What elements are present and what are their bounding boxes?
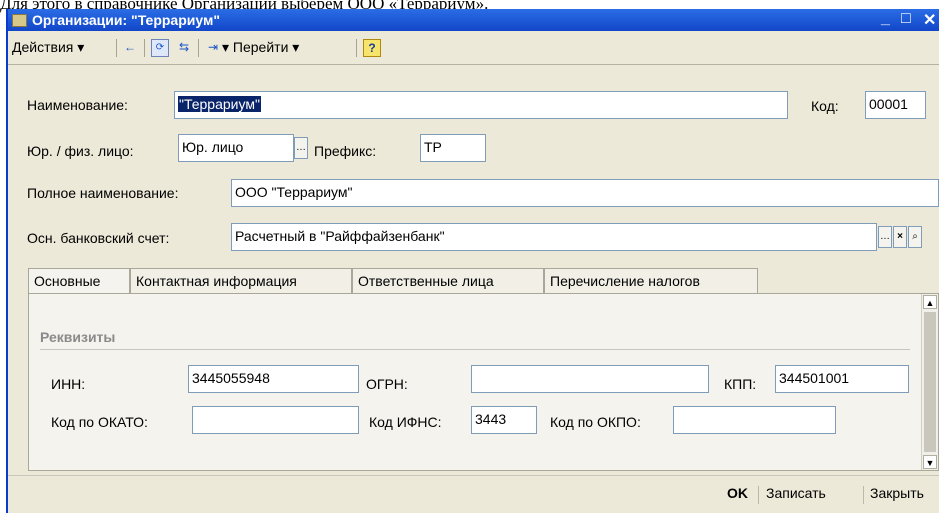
toolbar-separator: [198, 39, 199, 57]
scroll-thumb[interactable]: [924, 312, 936, 452]
title-bar: Организации: "Террариум" _ □ ✕: [8, 9, 939, 31]
toolbar-separator: [116, 39, 117, 57]
go-to-icon[interactable]: ⇥: [205, 39, 221, 55]
legal-type-select-button[interactable]: …: [294, 137, 308, 159]
organization-window: Организации: "Террариум" _ □ ✕ Действия …: [6, 9, 939, 513]
legal-type-field[interactable]: Юр. лицо: [178, 134, 294, 162]
close-window-button[interactable]: ✕: [923, 10, 936, 30]
bank-account-label: Осн. банковский счет:: [27, 230, 170, 246]
code-field[interactable]: 00001: [865, 91, 926, 119]
ogrn-label: ОГРН:: [366, 376, 408, 392]
okpo-field[interactable]: [673, 406, 836, 434]
maximize-button[interactable]: □: [901, 10, 911, 28]
full-name-label: Полное наименование:: [27, 185, 179, 201]
toolbar-separator: [356, 39, 357, 57]
requisites-title: Реквизиты: [40, 329, 116, 345]
okpo-label: Код по ОКПО:: [550, 414, 641, 430]
code-label: Код:: [811, 98, 839, 114]
ifns-field[interactable]: 3443: [471, 406, 537, 434]
button-separator: [863, 486, 864, 504]
tab-panel-main: Реквизиты ИНН: 3445055948 ОГРН: КПП: 344…: [28, 293, 939, 471]
bottom-button-bar: OK Записать Закрыть: [8, 475, 939, 514]
catalog-icon: [12, 14, 27, 27]
kpp-field[interactable]: 344501001: [775, 365, 909, 393]
ifns-label: Код ИФНС:: [369, 414, 442, 430]
legal-type-label: Юр. / физ. лицо:: [27, 143, 134, 159]
full-name-field[interactable]: ООО "Террариум": [231, 179, 939, 207]
refresh-icon[interactable]: ⟳: [151, 39, 169, 57]
save-button[interactable]: Записать: [766, 485, 826, 501]
go-back-icon[interactable]: ←: [122, 39, 138, 55]
actions-menu[interactable]: Действия ▾: [12, 39, 84, 56]
goto-menu[interactable]: ▾ Перейти ▾: [222, 39, 299, 56]
name-label: Наименование:: [27, 97, 128, 113]
vertical-scrollbar[interactable]: ▲ ▼: [921, 294, 938, 470]
ogrn-field[interactable]: [471, 365, 709, 393]
minimize-button[interactable]: _: [881, 10, 890, 28]
scroll-up-icon[interactable]: ▲: [923, 295, 937, 309]
section-divider: [40, 349, 910, 350]
prefix-label: Префикс:: [314, 143, 377, 159]
bank-account-select-button[interactable]: …: [878, 226, 892, 248]
button-separator: [758, 486, 759, 504]
name-value: "Террариум": [178, 96, 261, 112]
inn-label: ИНН:: [51, 376, 86, 392]
inn-field[interactable]: 3445055948: [188, 365, 359, 393]
kpp-label: КПП:: [724, 376, 757, 392]
tab-main[interactable]: Основные: [28, 268, 130, 294]
toolbar: Действия ▾ ← ⟳ ⇆ ⇥ ▾ Перейти ▾ ?: [8, 31, 939, 65]
tab-responsible[interactable]: Ответственные лица: [352, 268, 544, 293]
ok-button[interactable]: OK: [727, 485, 748, 501]
help-icon[interactable]: ?: [363, 39, 381, 57]
open-search-icon[interactable]: ⌕: [908, 226, 922, 248]
bank-account-field[interactable]: Расчетный в "Райффайзенбанк": [231, 223, 877, 251]
tab-contacts[interactable]: Контактная информация: [130, 268, 352, 293]
toolbar-separator: [144, 39, 145, 57]
prefix-field[interactable]: ТР: [420, 134, 486, 162]
clear-icon[interactable]: ×: [893, 226, 907, 248]
goto-label: Перейти ▾: [232, 39, 300, 55]
tab-taxes[interactable]: Перечисление налогов: [544, 268, 758, 293]
okato-label: Код по ОКАТО:: [51, 414, 148, 430]
name-field[interactable]: "Террариум": [174, 91, 788, 119]
okato-field[interactable]: [192, 406, 359, 434]
scroll-down-icon[interactable]: ▼: [923, 455, 937, 469]
navigate-icon[interactable]: ⇆: [176, 39, 192, 55]
close-button[interactable]: Закрыть: [870, 485, 924, 501]
window-title: Организации: "Террариум": [32, 12, 220, 28]
